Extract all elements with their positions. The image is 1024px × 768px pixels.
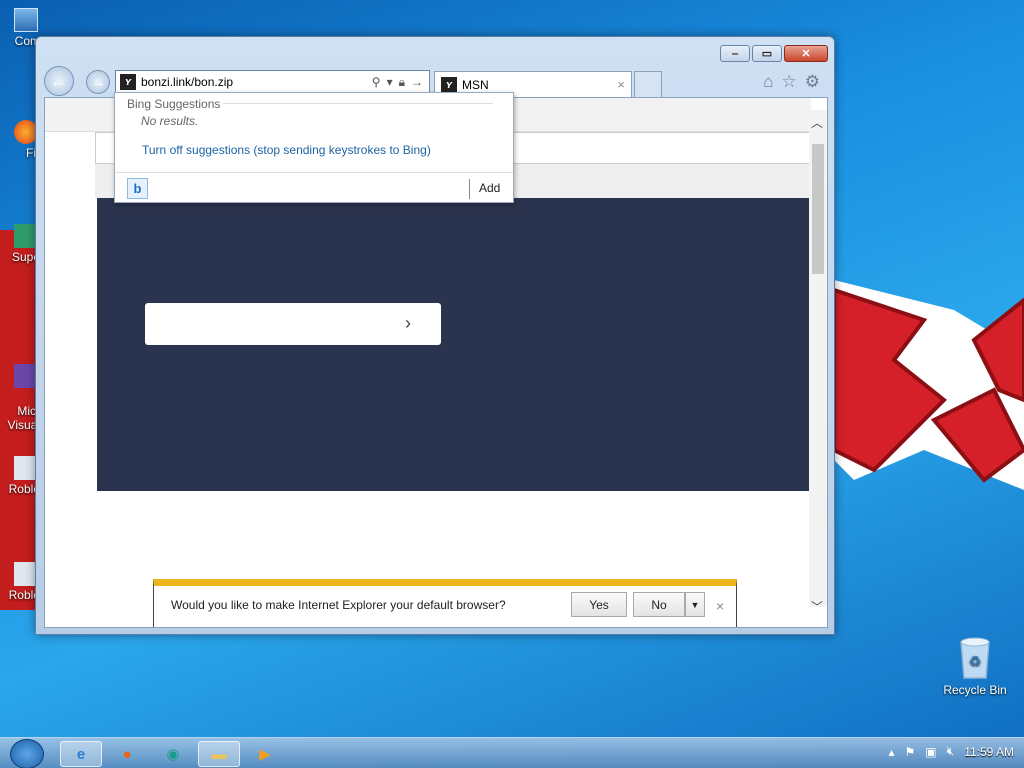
file-explorer-icon: ▬ <box>211 745 227 763</box>
address-suggestions-dropdown: Bing Suggestions No results. Turn off su… <box>114 92 514 203</box>
site-favicon-icon: ʏ <box>120 74 136 90</box>
notification-message: Would you like to make Internet Explorer… <box>171 598 506 612</box>
computer-icon <box>14 8 38 32</box>
go-arrow-icon[interactable]: → <box>411 75 423 90</box>
taskbar-media-player[interactable]: ▶ <box>244 741 286 767</box>
chevron-down-icon: ▼ <box>690 599 700 610</box>
close-icon: ✕ <box>801 48 811 60</box>
svg-text:♻: ♻ <box>969 653 982 669</box>
action-center-flag-icon[interactable]: ⚑ <box>905 745 916 759</box>
taskbar-app[interactable]: ◉ <box>152 741 194 767</box>
window-caption-buttons: ‒ ▭ ✕ <box>718 45 828 62</box>
recycle-bin-icon: ♻ <box>960 637 990 679</box>
desktop-icon-roblox-2[interactable]: Roblo <box>0 562 40 602</box>
media-player-icon: ▶ <box>259 746 271 763</box>
suggestions-footer: b Add <box>115 172 513 202</box>
minimize-icon: ‒ <box>731 47 739 60</box>
favorites-star-icon[interactable]: ☆ <box>782 72 797 92</box>
command-icons: ⌂ ☆ ⚙ <box>763 72 820 92</box>
bing-search-provider-icon[interactable]: b <box>127 178 148 199</box>
network-icon[interactable]: ▣ <box>925 745 936 759</box>
start-button[interactable] <box>10 739 44 768</box>
taskbar-file-explorer[interactable]: ▬ <box>198 741 240 767</box>
dropdown-arrow-icon[interactable]: ▾ <box>387 75 393 90</box>
desktop-icon-supe[interactable]: Supe <box>0 224 40 264</box>
firefox-icon: ● <box>122 745 132 763</box>
add-provider-button[interactable]: Add <box>479 181 500 195</box>
msn-favicon-icon: ʏ <box>441 76 457 93</box>
recycle-bin-label: Recycle Bin <box>943 683 1007 697</box>
app-icon: ◉ <box>166 746 180 763</box>
back-arrow-icon: ← <box>50 70 68 91</box>
hero-search-input[interactable]: › <box>145 303 441 345</box>
desktop-icon-recycle-bin[interactable]: ♻ Recycle Bin <box>940 636 1010 697</box>
show-hidden-icons-icon[interactable]: ▴ <box>888 745 894 759</box>
yes-button[interactable]: Yes <box>571 592 627 617</box>
scroll-thumb[interactable] <box>812 144 824 274</box>
address-input[interactable] <box>141 75 361 89</box>
scroll-up-icon[interactable]: ︿ <box>811 114 823 131</box>
no-button[interactable]: No <box>633 592 685 617</box>
address-bar[interactable]: ʏ ⚲ ▾ 🔒︎ → <box>115 70 430 94</box>
footer-divider <box>469 179 470 199</box>
home-icon[interactable]: ⌂ <box>763 72 773 92</box>
taskbar-internet-explorer[interactable]: e <box>60 741 102 767</box>
desktop-icon-computer[interactable]: Com <box>0 8 40 48</box>
no-options-dropdown[interactable]: ▼ <box>685 592 705 617</box>
forward-button[interactable]: → <box>86 70 110 94</box>
tab-label: MSN <box>462 77 489 92</box>
maximize-button[interactable]: ▭ <box>752 45 782 62</box>
close-window-button[interactable]: ✕ <box>784 45 828 62</box>
maximize-icon: ▭ <box>761 48 773 60</box>
desktop-icon-firefox[interactable]: Fir <box>0 120 40 160</box>
back-button[interactable]: ← <box>44 66 74 96</box>
lock-icon[interactable]: 🔒︎ <box>399 75 405 90</box>
forward-arrow-icon: → <box>91 74 105 90</box>
internet-explorer-icon: e <box>76 745 86 763</box>
tab-close-icon[interactable]: × <box>617 77 625 92</box>
desktop-icon-roblox[interactable]: Roblo <box>0 456 40 496</box>
taskbar: e ● ◉ ▬ ▶ ▴ ⚑ ▣ 🔇︎ 11:59 AM <box>0 737 1024 768</box>
suggestions-header: Bing Suggestions <box>127 97 221 111</box>
suggestions-divider <box>223 103 493 104</box>
msn-hero-panel: › <box>97 198 811 491</box>
taskbar-firefox[interactable]: ● <box>106 741 148 767</box>
vertical-scrollbar[interactable] <box>809 110 827 607</box>
clock[interactable]: 11:59 AM <box>964 745 1014 759</box>
desktop-icon-visual[interactable]: Micr Visual <box>0 350 40 432</box>
scroll-down-icon[interactable]: ﹀ <box>811 598 823 615</box>
desktop-wallpaper-art-right <box>834 280 1024 490</box>
chevron-right-icon[interactable]: › <box>405 313 411 334</box>
default-browser-notification: Would you like to make Internet Explorer… <box>153 579 737 627</box>
system-tray: ▴ ⚑ ▣ 🔇︎ 11:59 AM <box>888 744 1014 759</box>
volume-muted-icon[interactable]: 🔇︎ <box>947 744 955 759</box>
notification-close-icon[interactable]: × <box>716 598 724 614</box>
no-results-text: No results. <box>141 114 199 128</box>
address-tools: ⚲ ▾ 🔒︎ → <box>372 75 429 90</box>
search-icon[interactable]: ⚲ <box>372 75 381 90</box>
turn-off-suggestions-link[interactable]: Turn off suggestions (stop sending keyst… <box>142 143 431 157</box>
settings-gear-icon[interactable]: ⚙ <box>805 72 820 92</box>
minimize-button[interactable]: ‒ <box>720 45 750 62</box>
new-tab-button[interactable] <box>634 71 662 97</box>
